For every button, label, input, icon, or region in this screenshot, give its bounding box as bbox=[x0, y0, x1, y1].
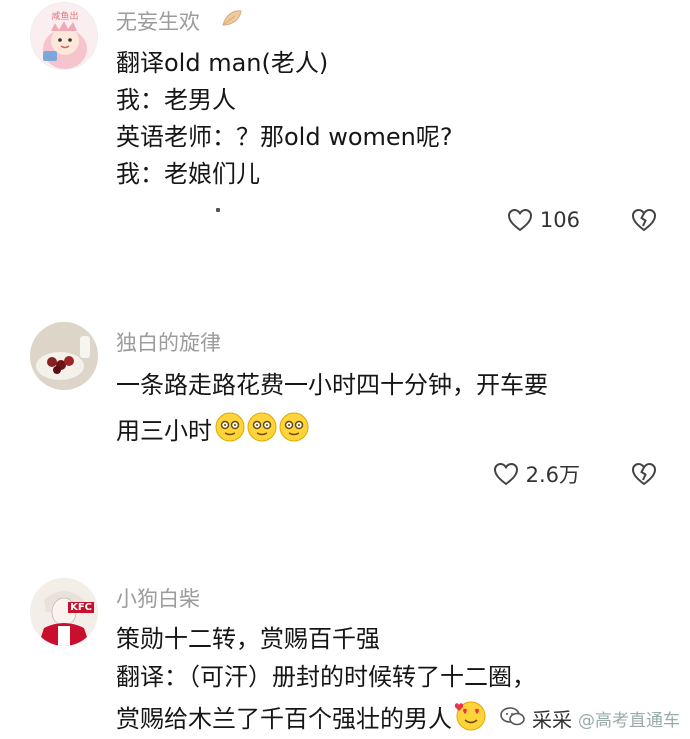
kfc-logo-text: KFC bbox=[68, 602, 94, 613]
avatar-text: 咸鱼出 bbox=[51, 12, 79, 22]
comment-line: 翻译：（可汗）册封的时候转了十二圈， bbox=[116, 663, 536, 691]
avatar[interactable]: KFC bbox=[30, 578, 98, 646]
heart-eyes-emoji-icon bbox=[454, 699, 488, 738]
dizzy-face-emoji-icon bbox=[214, 411, 246, 450]
watermark: 采采 @高考直通车 bbox=[500, 704, 680, 733]
comment-line: 一条路走路花费一小时四十分钟，开车要 bbox=[116, 371, 548, 399]
like-count: 106 bbox=[539, 208, 580, 232]
broken-heart-icon bbox=[631, 462, 657, 486]
comment-line: 赏赐给木兰了千百个强壮的男人 bbox=[116, 699, 488, 738]
avatar[interactable]: 咸鱼出 bbox=[30, 2, 98, 70]
username[interactable]: 无妄生欢 bbox=[116, 6, 200, 36]
broken-heart-icon bbox=[631, 208, 657, 232]
dizzy-face-emoji-icon bbox=[246, 411, 278, 450]
comment-line: 我：老男人 bbox=[116, 86, 236, 114]
leaf-icon bbox=[220, 8, 244, 32]
comment-line: 用三小时 bbox=[116, 411, 310, 450]
username[interactable]: 小狗白柴 bbox=[116, 583, 200, 613]
wechat-icon bbox=[500, 706, 526, 732]
comment-line: 我：老娘们儿 bbox=[116, 160, 260, 188]
watermark-label: 采采 bbox=[532, 708, 572, 732]
dislike-button[interactable] bbox=[630, 461, 658, 487]
like-button[interactable]: 2.6万 bbox=[492, 459, 580, 489]
heart-icon bbox=[507, 208, 532, 232]
comment-line-text: 赏赐给木兰了千百个强壮的男人 bbox=[116, 704, 452, 733]
like-count: 2.6万 bbox=[525, 463, 580, 487]
username[interactable]: 独白的旋律 bbox=[116, 327, 221, 357]
comment-line: 策勋十二转，赏赐百千强 bbox=[116, 625, 380, 653]
fruit-bowl-icon bbox=[30, 322, 98, 390]
comment-line-text: 用三小时 bbox=[116, 416, 212, 445]
avatar[interactable] bbox=[30, 322, 98, 390]
heart-icon bbox=[493, 462, 518, 486]
comment-actions: 2.6万 bbox=[492, 459, 658, 489]
comment-line: 英语老师：？那old women呢? bbox=[116, 123, 453, 151]
stray-mark bbox=[216, 208, 220, 212]
watermark-site: @高考直通车 bbox=[578, 711, 680, 731]
like-button[interactable]: 106 bbox=[506, 207, 580, 233]
dizzy-face-emoji-icon bbox=[278, 411, 310, 450]
comment-line: 翻译old man(老人) bbox=[116, 49, 329, 77]
dislike-button[interactable] bbox=[630, 207, 658, 233]
comment-actions: 106 bbox=[506, 207, 658, 233]
